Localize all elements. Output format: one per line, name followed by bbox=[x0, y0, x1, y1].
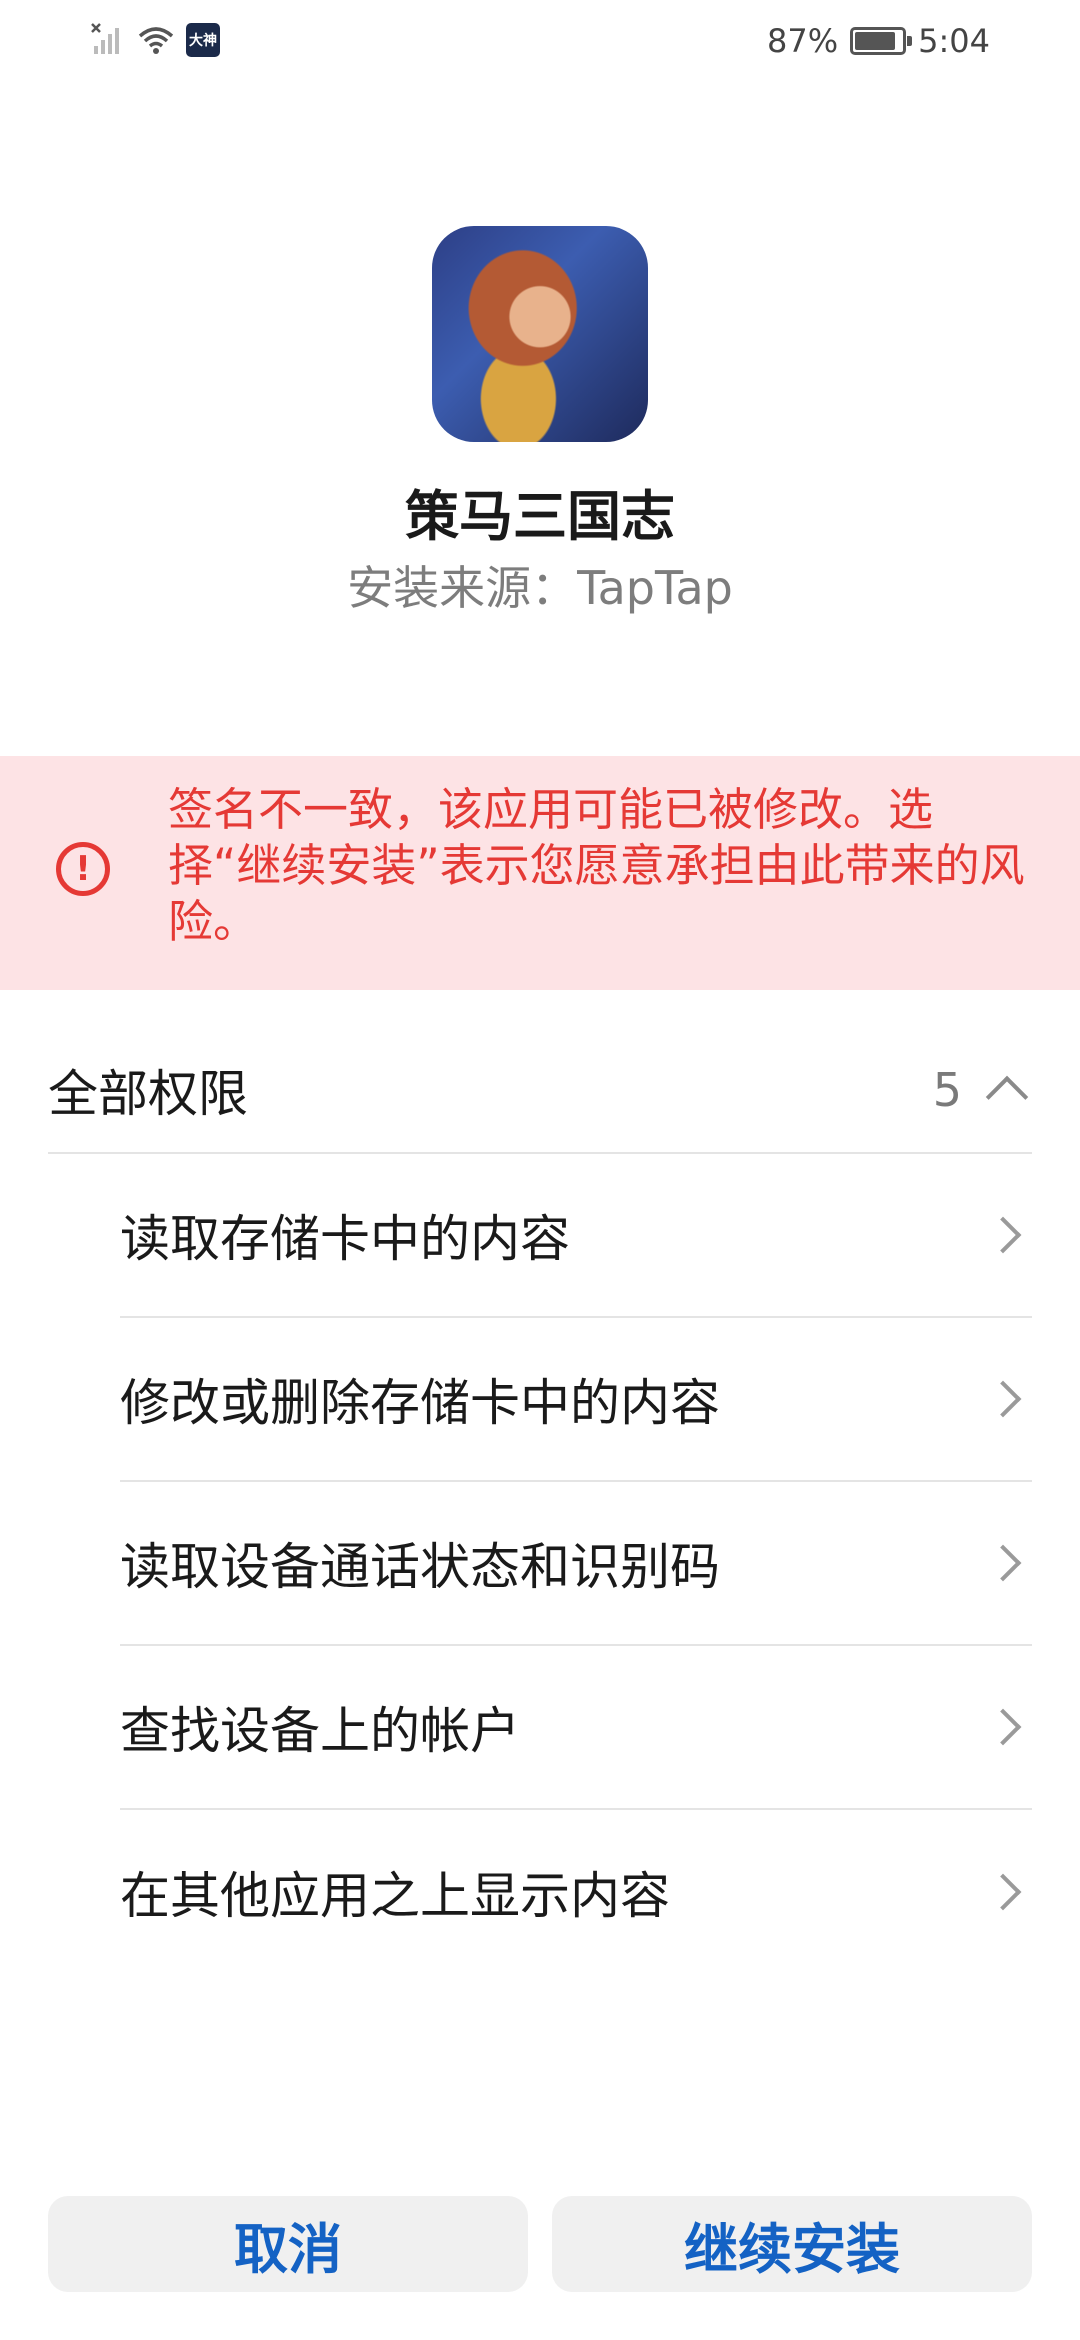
exclamation-circle-icon: ! bbox=[56, 842, 110, 896]
permission-list: 读取存储卡中的内容 修改或删除存储卡中的内容 读取设备通话状态和识别码 查找设备… bbox=[120, 1154, 1032, 1974]
cancel-button[interactable]: 取消 bbox=[48, 2196, 528, 2292]
app-icon bbox=[432, 226, 648, 442]
wifi-icon bbox=[138, 27, 174, 54]
warning-text: 签名不一致，该应用可能已被修改。选择“继续安装”表示您愿意承担由此带来的风险。 bbox=[168, 783, 1025, 948]
battery-level bbox=[855, 32, 896, 50]
status-bar: 大神 87% 5:04 bbox=[0, 0, 1080, 84]
no-signal-icon bbox=[91, 23, 119, 54]
permission-label: 修改或删除存储卡中的内容 bbox=[120, 1374, 720, 1432]
permission-item[interactable]: 查找设备上的帐户 bbox=[120, 1646, 1032, 1810]
permissions-count: 5 bbox=[932, 1063, 962, 1117]
permission-label: 在其他应用之上显示内容 bbox=[120, 1867, 670, 1925]
permission-label: 查找设备上的帐户 bbox=[120, 1702, 520, 1760]
permissions-title: 全部权限 bbox=[48, 1065, 248, 1123]
chevron-right-icon bbox=[984, 1708, 1022, 1746]
permission-item[interactable]: 在其他应用之上显示内容 bbox=[120, 1810, 1032, 1974]
chevron-right-icon bbox=[984, 1544, 1022, 1582]
permissions-count-group: 5 bbox=[932, 1063, 1032, 1119]
permissions-header[interactable]: 全部权限 5 bbox=[48, 1030, 1032, 1150]
permission-item[interactable]: 修改或删除存储卡中的内容 bbox=[120, 1318, 1032, 1482]
permission-label: 读取存储卡中的内容 bbox=[120, 1210, 570, 1268]
install-source: 安装来源：TapTap bbox=[347, 561, 733, 615]
chevron-right-icon bbox=[984, 1873, 1022, 1911]
app-name: 策马三国志 bbox=[405, 485, 675, 548]
battery-percent: 87% bbox=[767, 22, 839, 60]
status-left: 大神 bbox=[90, 22, 220, 58]
chevron-up-icon[interactable] bbox=[985, 1075, 1029, 1119]
app-badge-icon: 大神 bbox=[186, 23, 220, 57]
chevron-right-icon bbox=[984, 1380, 1022, 1418]
battery-icon bbox=[850, 27, 913, 55]
permission-item[interactable]: 读取设备通话状态和识别码 bbox=[120, 1482, 1032, 1646]
status-right: 87% 5:04 bbox=[767, 22, 990, 60]
chevron-right-icon bbox=[984, 1216, 1022, 1254]
clock: 5:04 bbox=[918, 22, 990, 60]
permission-item[interactable]: 读取存储卡中的内容 bbox=[120, 1154, 1032, 1318]
continue-install-button[interactable]: 继续安装 bbox=[552, 2196, 1032, 2292]
permission-label: 读取设备通话状态和识别码 bbox=[120, 1538, 720, 1596]
